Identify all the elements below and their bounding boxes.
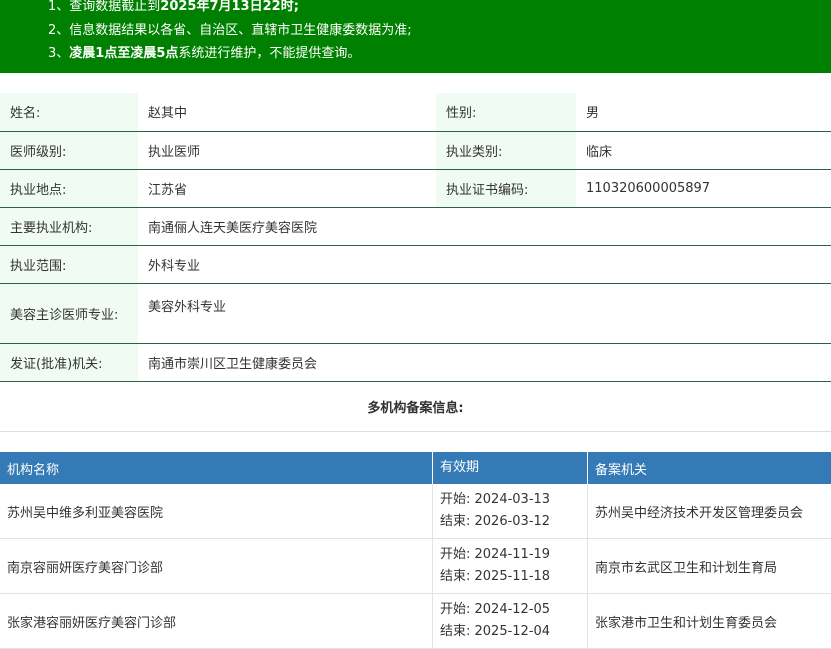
col-validity: 有效期	[433, 452, 588, 484]
level-label: 医师级别:	[0, 131, 138, 169]
issuer-value: 南通市崇川区卫生健康委员会	[138, 343, 831, 381]
col-org-name: 机构名称	[0, 452, 433, 484]
validity-end: 结束: 2025-12-04	[440, 621, 580, 643]
row-level: 医师级别: 执业医师 执业类别: 临床	[0, 131, 831, 169]
row-org: 主要执业机构: 南通俪人连天美医疗美容医院	[0, 207, 831, 245]
multi-org-table: 机构名称 有效期 备案机关 苏州吴中维多利亚美容医院 开始: 2024-03-1…	[0, 452, 831, 649]
gender-label: 性别:	[436, 93, 576, 131]
row-name: 姓名: 赵其中 性别: 男	[0, 93, 831, 131]
name-label: 姓名:	[0, 93, 138, 131]
issuer-label: 发证(批准)机关:	[0, 343, 138, 381]
validity-cell: 开始: 2024-12-05结束: 2025-12-04	[433, 594, 588, 649]
row-issuer: 发证(批准)机关: 南通市崇川区卫生健康委员会	[0, 343, 831, 381]
org-label: 主要执业机构:	[0, 207, 138, 245]
row-cosmetic: 美容主诊医师专业: 美容外科专业	[0, 283, 831, 343]
validity-end: 结束: 2025-11-18	[440, 566, 580, 588]
validity-start: 开始: 2024-03-13	[440, 489, 580, 511]
validity-cell: 开始: 2024-11-19结束: 2025-11-18	[433, 539, 588, 594]
place-label: 执业地点:	[0, 169, 138, 207]
notice-line-2: 2、信息数据结果以各省、自治区、直辖市卫生健康委数据为准;	[48, 19, 412, 38]
org-name-cell: 张家港容丽妍医疗美容门诊部	[0, 594, 433, 649]
row-scope: 执业范围: 外科专业	[0, 245, 831, 283]
notice-line-1: 1、查询数据截止到2025年7月13日22时;	[48, 0, 299, 14]
gender-value: 男	[576, 93, 831, 131]
place-value: 江苏省	[138, 169, 436, 207]
notice-banner: 1、查询数据截止到2025年7月13日22时; 2、信息数据结果以各省、自治区、…	[0, 0, 831, 73]
table-row: 张家港容丽妍医疗美容门诊部 开始: 2024-12-05结束: 2025-12-…	[0, 594, 831, 649]
row-place: 执业地点: 江苏省 执业证书编码: 110320600005897	[0, 169, 831, 207]
validity-start: 开始: 2024-12-05	[440, 599, 580, 621]
table-row: 南京容丽妍医疗美容门诊部 开始: 2024-11-19结束: 2025-11-1…	[0, 539, 831, 594]
cosmetic-value: 美容外科专业	[138, 283, 831, 343]
table-header: 机构名称 有效期 备案机关	[0, 452, 831, 484]
org-name-cell: 南京容丽妍医疗美容门诊部	[0, 539, 433, 594]
org-value: 南通俪人连天美医疗美容医院	[138, 207, 831, 245]
authority-cell: 苏州吴中经济技术开发区管理委员会	[588, 484, 831, 539]
multi-org-title: 多机构备案信息:	[0, 388, 831, 432]
table-row: 苏州吴中维多利亚美容医院 开始: 2024-03-13结束: 2026-03-1…	[0, 484, 831, 539]
name-value: 赵其中	[138, 93, 436, 131]
org-name-cell: 苏州吴中维多利亚美容医院	[0, 484, 433, 539]
level-value: 执业医师	[138, 131, 436, 169]
scope-value: 外科专业	[138, 245, 831, 283]
validity-start: 开始: 2024-11-19	[440, 544, 580, 566]
validity-end: 结束: 2026-03-12	[440, 511, 580, 533]
type-value: 临床	[576, 131, 831, 169]
notice-line-3: 3、凌晨1点至凌晨5点系统进行维护，不能提供查询。	[48, 42, 360, 61]
col-authority: 备案机关	[588, 452, 831, 484]
scope-label: 执业范围:	[0, 245, 138, 283]
cert-value: 110320600005897	[576, 169, 831, 207]
authority-cell: 张家港市卫生和计划生育委员会	[588, 594, 831, 649]
authority-cell: 南京市玄武区卫生和计划生育局	[588, 539, 831, 594]
validity-cell: 开始: 2024-03-13结束: 2026-03-12	[433, 484, 588, 539]
type-label: 执业类别:	[436, 131, 576, 169]
doctor-info-table: 姓名: 赵其中 性别: 男 医师级别: 执业医师 执业类别: 临床 执业地点: …	[0, 93, 831, 382]
cert-label: 执业证书编码:	[436, 169, 576, 207]
cosmetic-label: 美容主诊医师专业:	[0, 283, 138, 343]
